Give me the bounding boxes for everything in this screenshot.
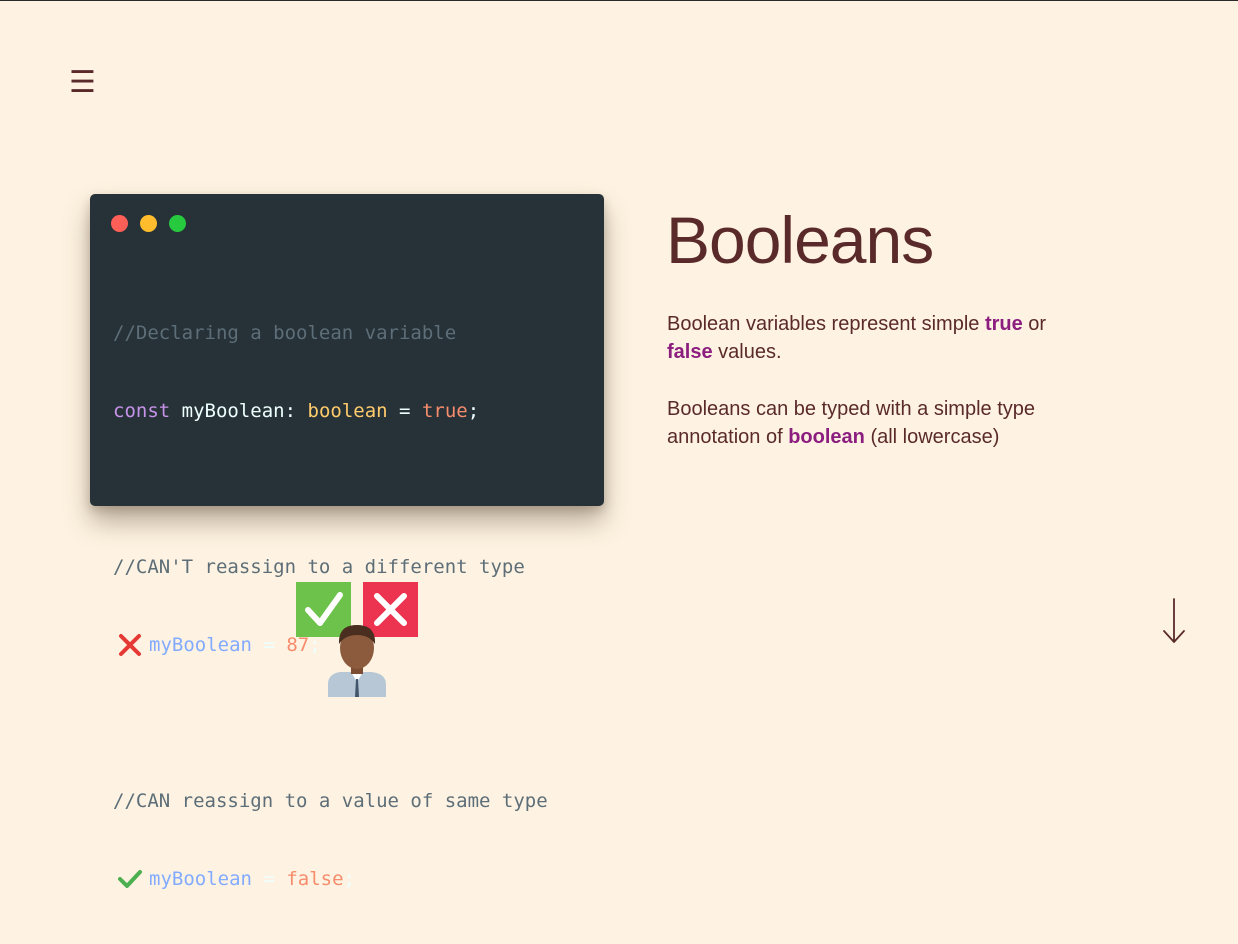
keyword-false: false [667,341,713,363]
code-identifier: myBoolean [149,868,252,890]
red-x-icon [117,632,143,658]
window-maximize-dot [169,215,186,232]
description-paragraph: Boolean variables represent simple true … [667,313,1047,363]
code-operator: = [263,634,275,656]
code-semicolon: ; [343,868,355,890]
keyword-true: true [984,313,1023,335]
code-identifier: myBoolean [149,634,252,656]
code-window: //Declaring a boolean variable const myB… [90,194,604,890]
code-identifier: myBoolean [181,400,285,422]
green-check-icon [117,866,143,892]
code-type: boolean [307,400,388,422]
code-semicolon: ; [467,400,480,422]
window-close-dot [111,215,128,232]
code-keyword: const [113,400,171,422]
code-colon: : [284,400,297,422]
code-comment: //CAN reassign to a value of same type [113,790,548,812]
check-box-icon [296,582,351,637]
code-line-declaration: const myBoolean: boolean = true; [113,398,548,424]
keyword-boolean: boolean [788,426,865,448]
code-operator: = [263,868,275,890]
code-value: false [286,868,344,890]
code-line-valid: myBoolean = false; [113,866,548,892]
code-comment: //Declaring a boolean variable [113,322,457,344]
menu-icon[interactable]: ☰ [69,68,96,98]
code-value: true [421,400,468,422]
annotation-paragraph: Booleans can be typed with a simple type… [667,398,1035,448]
window-minimize-dot [140,215,157,232]
code-operator: = [399,400,411,422]
person-true-false-illustration [296,582,420,697]
page-title: Booleans [666,203,934,277]
code-comment: //CAN'T reassign to a different type [113,556,525,578]
arrow-down-icon[interactable] [1162,597,1186,645]
